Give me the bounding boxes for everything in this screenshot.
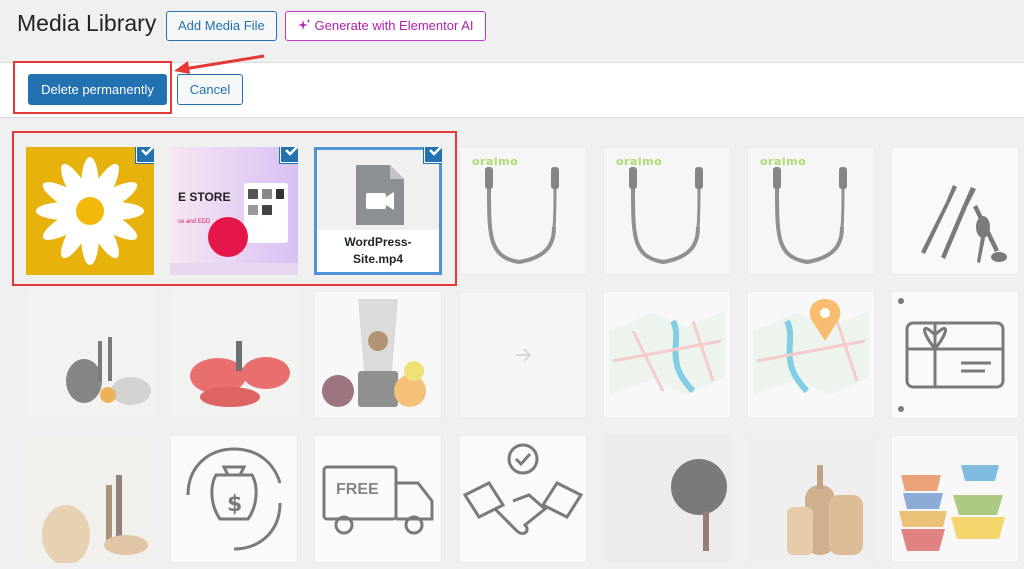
wood-utensils-thumbnail [26,435,154,563]
free-label: FREE [336,481,379,498]
map-thumbnail [609,311,725,395]
media-tile-money-refund[interactable]: $ [170,435,298,563]
media-tile-wood-utensils[interactable] [26,435,154,563]
cutlery-icon [921,185,1007,263]
kettle-thumbnail [26,291,154,419]
media-tile-map-pin[interactable] [747,291,875,419]
frying-pan-thumbnail [603,435,731,563]
cutting-boards-thumbnail [747,435,875,563]
annotation-highlight-toolbar [13,61,172,114]
media-tile-handshake[interactable] [459,435,587,563]
generate-with-elementor-ai-button[interactable]: Generate with Elementor AI [285,11,486,41]
money-refund-icon: $ [186,447,282,551]
media-tile-free-delivery[interactable]: FREE [314,435,442,563]
media-tile-earphones-1[interactable]: oraimo [459,147,587,275]
earphones-thumbnail [773,167,847,265]
add-media-file-button[interactable]: Add Media File [166,11,277,41]
cookware-thumbnail [170,291,298,419]
media-tile-earphones-3[interactable]: oraimo [747,147,875,275]
earphones-thumbnail [485,167,559,265]
sparkle-icon [297,19,310,30]
stacked-bowls-thumbnail [899,465,1005,551]
svg-text:$: $ [227,492,242,517]
handshake-icon [462,443,584,535]
media-tile-map[interactable] [603,291,731,419]
media-tile-bowls[interactable] [891,435,1019,563]
gift-card-icon [898,298,1005,412]
blender-thumbnail [322,299,426,407]
oraimo-brand: oraimo [760,155,807,168]
generate-ai-label: Generate with Elementor AI [314,18,474,33]
cancel-button[interactable]: Cancel [177,74,243,105]
map-pin-thumbnail [753,299,869,395]
media-tile-gift-card[interactable] [891,291,1019,419]
media-tile-cookware[interactable] [170,291,298,419]
annotation-arrow [174,54,265,74]
annotation-highlight-selection [12,131,457,286]
earphones-thumbnail [629,167,703,265]
media-tile-placeholder[interactable] [459,291,587,419]
delivery-truck-icon [322,465,434,535]
media-tile-blender[interactable] [314,291,442,419]
media-tile-frying-pan[interactable] [603,435,731,563]
header: Media Library Add Media File Generate wi… [0,0,1024,62]
media-tile-cutting-boards[interactable] [747,435,875,563]
oraimo-brand: oraimo [616,155,663,168]
arrow-right-icon [516,348,532,362]
page-title: Media Library [17,10,157,36]
media-tile-earphones-2[interactable]: oraimo [603,147,731,275]
media-tile-kettle[interactable] [26,291,154,419]
oraimo-brand: oraimo [472,155,519,168]
media-tile-cutlery[interactable] [891,147,1019,275]
